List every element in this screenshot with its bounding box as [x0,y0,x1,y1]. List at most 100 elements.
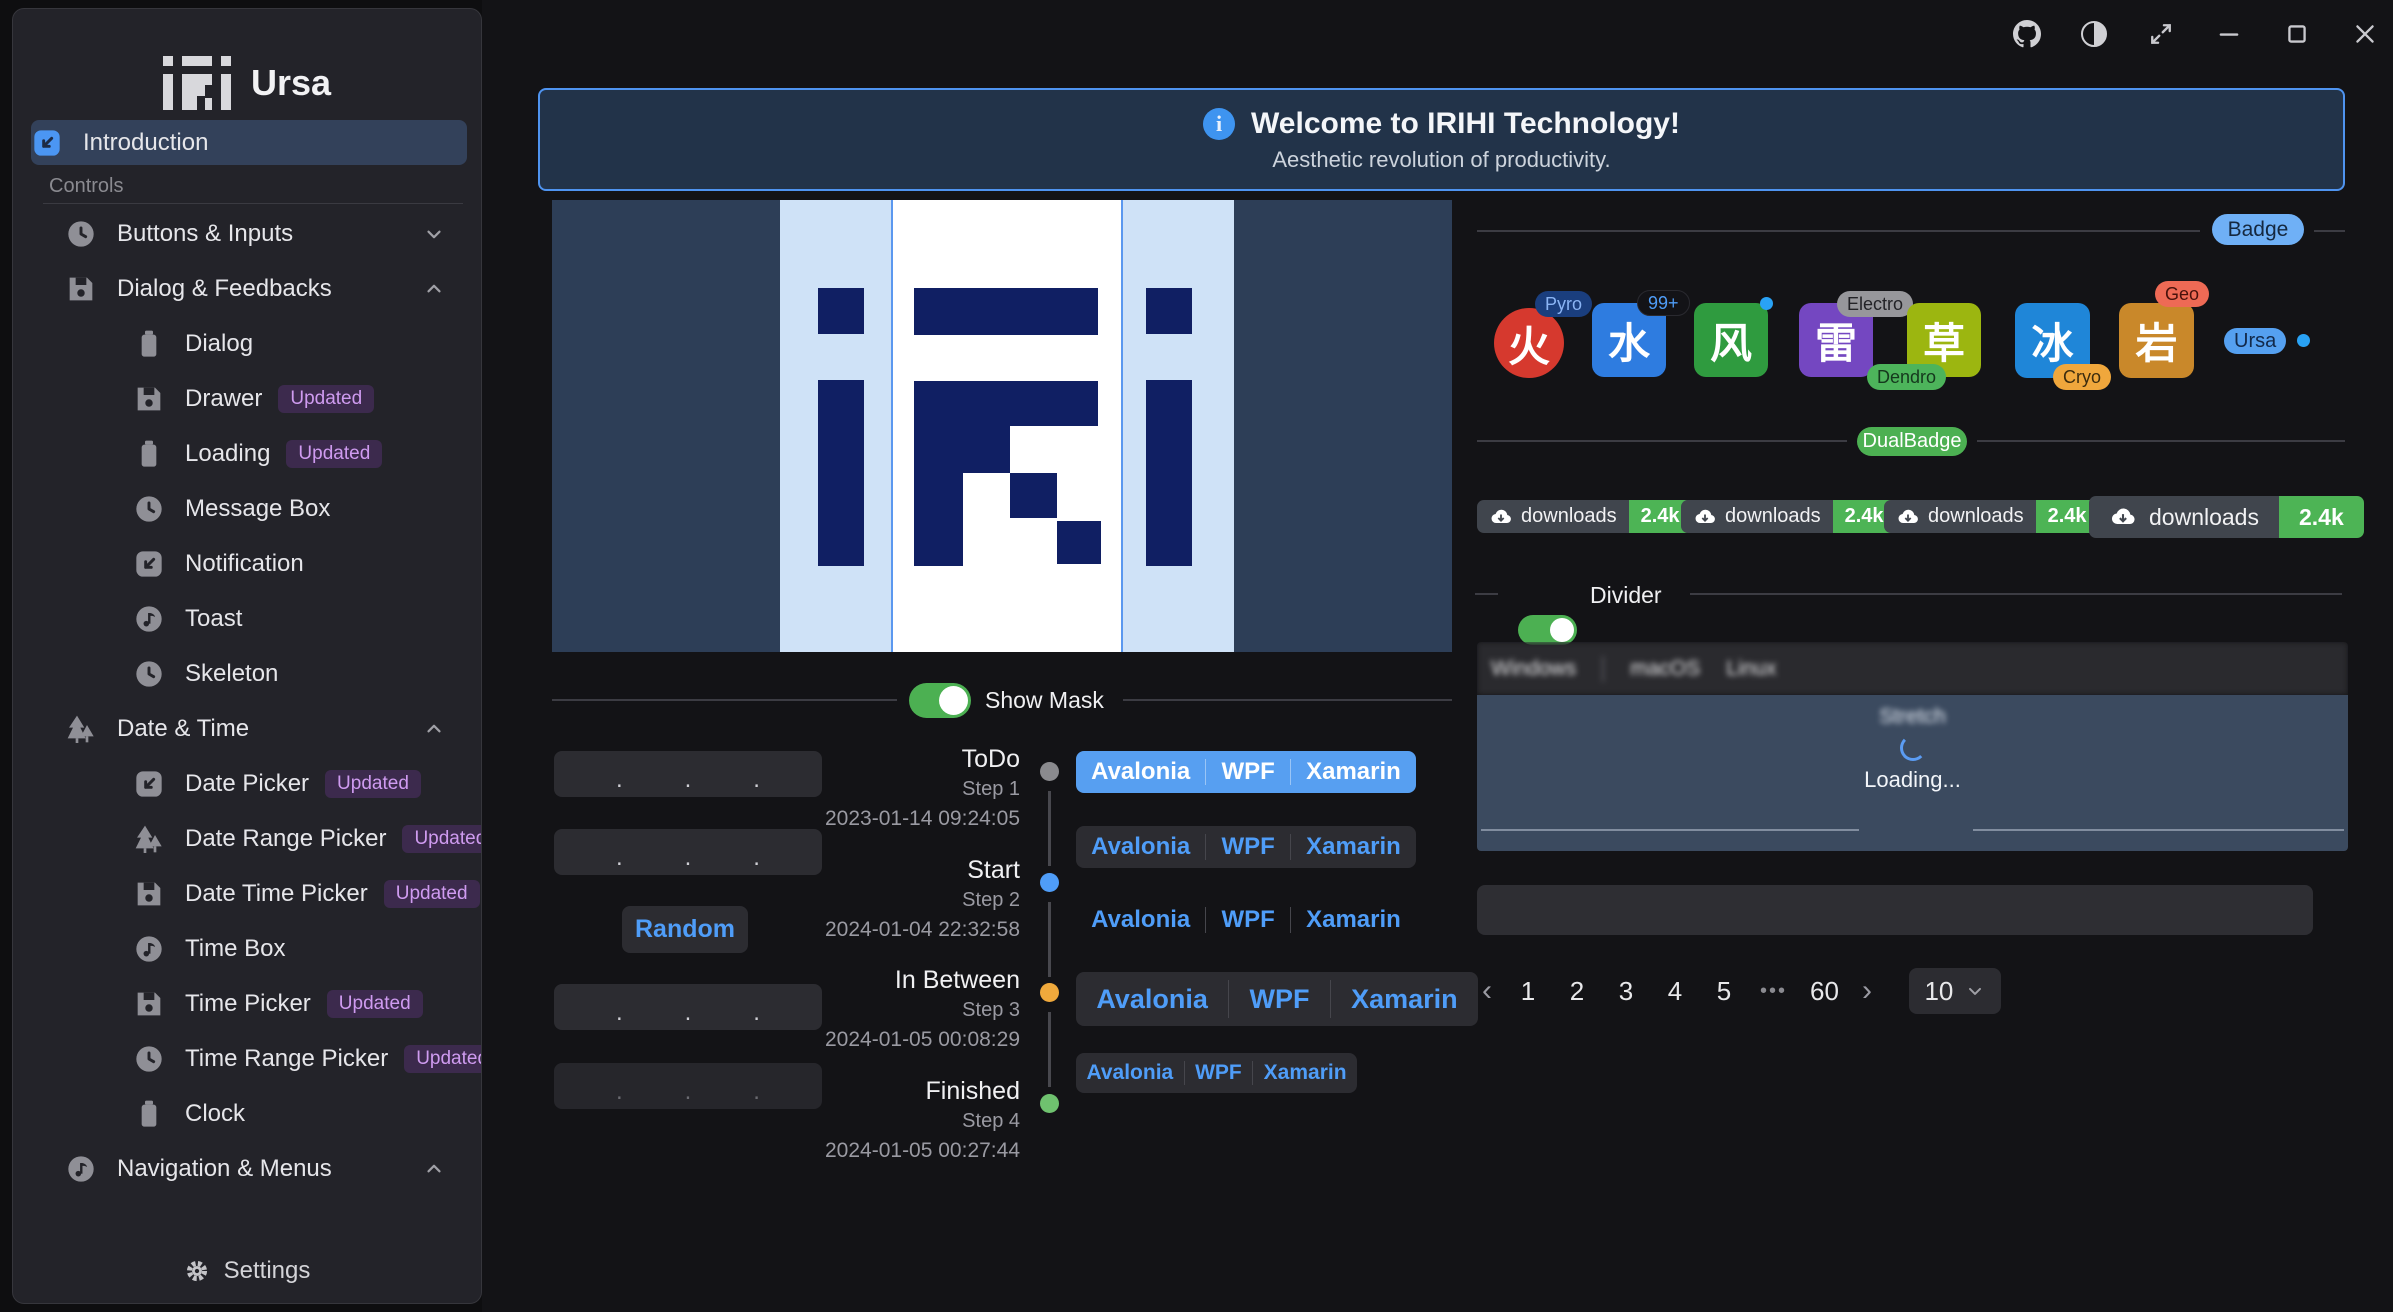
page-next-button[interactable]: › [1862,974,1872,1008]
sidebar-item-label: Time Range Picker [185,1045,388,1073]
tab-linux[interactable]: Linux [1726,657,1776,681]
sidebar-item-message-box[interactable]: Message Box [31,486,467,531]
avatar-anemo: 风 [1694,303,1768,377]
expand-icon[interactable] [2147,20,2175,48]
step-dot-todo [1040,762,1059,781]
maximize-icon[interactable] [2283,20,2311,48]
page-prev-button[interactable]: ‹ [1482,974,1492,1008]
theme-toggle-icon[interactable] [2081,21,2107,47]
sidebar-item-date-time-picker[interactable]: Date Time Picker Updated [31,871,467,916]
sidebar-item-introduction[interactable]: Introduction [31,120,467,165]
badge-electro: Electro [1837,291,1913,317]
minimize-icon[interactable] [2215,20,2243,48]
option-xamarin[interactable]: Xamarin [1306,906,1401,934]
sidebar-item-time-box[interactable]: Time Box [31,926,467,971]
step-dot-in-between [1040,983,1059,1002]
tab-windows[interactable]: Windows [1491,657,1576,681]
close-icon[interactable] [2351,20,2379,48]
sidebar-item-label: Date Time Picker [185,880,368,908]
sidebar-item-time-range-picker[interactable]: Time Range Picker Updated [31,1036,467,1081]
page-button-4[interactable]: 4 [1662,976,1688,1007]
option-avalonia[interactable]: Avalonia [1096,984,1208,1015]
badge-cryo: Cryo [2053,364,2111,390]
sidebar-item-date-picker[interactable]: Date Picker Updated [31,761,467,806]
sidebar-item-notification[interactable]: Notification [31,541,467,586]
option-wpf[interactable]: WPF [1195,1061,1242,1085]
clock-icon [133,493,165,525]
option-wpf[interactable]: WPF [1222,833,1275,861]
platform-group-filled: Avalonia WPF Xamarin [1076,751,1416,793]
downloads-badge-button[interactable]: downloads 2.4k [1477,500,1692,533]
sidebar-item-label: Date Range Picker [185,825,386,853]
text-input[interactable] [1477,885,2313,935]
sidebar-item-label: Dialog [185,330,253,358]
chevron-up-icon [423,718,445,740]
option-avalonia[interactable]: Avalonia [1086,1061,1173,1085]
tab-macos[interactable]: macOS [1630,657,1700,681]
option-xamarin[interactable]: Xamarin [1306,758,1401,786]
battery-icon [133,1098,165,1130]
sidebar-item-toast[interactable]: Toast [31,596,467,641]
sidebar-group-buttons-inputs[interactable]: Buttons & Inputs [31,211,467,256]
banner-title: Welcome to IRIHI Technology! [1251,107,1680,141]
page-button-60[interactable]: 60 [1810,976,1839,1007]
page-button-2[interactable]: 2 [1564,976,1590,1007]
cloud-download-icon [1489,505,1513,529]
sidebar-group-date-time[interactable]: Date & Time [31,706,467,751]
downloads-badge-button[interactable]: downloads 2.4k [1681,500,1896,533]
cloud-download-icon [1693,505,1717,529]
option-avalonia[interactable]: Avalonia [1091,758,1190,786]
sidebar-item-loading[interactable]: Loading Updated [31,431,467,476]
divider-label: Divider [1590,582,1662,609]
avatar-pyro: 火 [1494,308,1564,378]
option-xamarin[interactable]: Xamarin [1351,984,1458,1015]
irihi-logo-image [552,200,1452,652]
sidebar-item-drawer[interactable]: Drawer Updated [31,376,467,421]
option-xamarin[interactable]: Xamarin [1306,833,1401,861]
sidebar-item-dialog[interactable]: Dialog [31,321,467,366]
sidebar-item-time-picker[interactable]: Time Picker Updated [31,981,467,1026]
floppy-icon [133,878,165,910]
avatar-geo: 岩 [2119,303,2194,378]
badge-ursa: Ursa [2224,328,2286,354]
loading-label: Loading... [1864,767,1961,793]
platform-group-small: Avalonia WPF Xamarin [1076,1053,1357,1093]
downloads-badge-button-large[interactable]: downloads 2.4k [2089,496,2364,538]
divider-line [552,699,897,701]
floppy-icon [133,383,165,415]
sidebar-nav-list: Buttons & Inputs Dialog & Feedbacks Dial… [13,206,481,1259]
updated-badge: Updated [402,825,481,853]
option-avalonia[interactable]: Avalonia [1091,906,1190,934]
page-button-1[interactable]: 1 [1515,976,1541,1007]
divider-toggle[interactable] [1518,615,1577,645]
sidebar-item-date-range-picker[interactable]: Date Range Picker Updated [31,816,467,861]
settings-label: Settings [224,1257,311,1285]
github-icon[interactable] [2013,20,2041,48]
option-wpf[interactable]: WPF [1222,758,1275,786]
sidebar-group-navigation-menus[interactable]: Navigation & Menus [31,1146,467,1191]
step-item: Start Step 2 2024-01-04 22:32:58 [660,854,1020,944]
option-avalonia[interactable]: Avalonia [1091,833,1190,861]
divider-line [1475,593,1498,595]
option-wpf[interactable]: WPF [1249,984,1309,1015]
floppy-icon [133,988,165,1020]
page-size-dropdown[interactable]: 10 [1909,968,2001,1014]
page-button-5[interactable]: 5 [1711,976,1737,1007]
settings-button[interactable]: Settings [13,1247,481,1295]
updated-badge: Updated [404,1045,481,1073]
show-mask-label: Show Mask [985,687,1104,714]
downloads-badge-button[interactable]: downloads 2.4k [1884,500,2099,533]
sidebar-item-clock[interactable]: Clock [31,1091,467,1136]
option-wpf[interactable]: WPF [1222,906,1275,934]
step-item: Finished Step 4 2024-01-05 00:27:44 [660,1075,1020,1165]
page-button-3[interactable]: 3 [1613,976,1639,1007]
badge-dendro: Dendro [1867,364,1946,390]
show-mask-toggle[interactable] [909,683,971,718]
badge-geo: Geo [2155,281,2209,307]
sidebar-group-dialog-feedbacks[interactable]: Dialog & Feedbacks [31,266,467,311]
floppy-icon [65,273,97,305]
sidebar-item-skeleton[interactable]: Skeleton [31,651,467,696]
loading-spinner-icon [1900,735,1926,761]
clock-icon [65,218,97,250]
option-xamarin[interactable]: Xamarin [1264,1061,1347,1085]
